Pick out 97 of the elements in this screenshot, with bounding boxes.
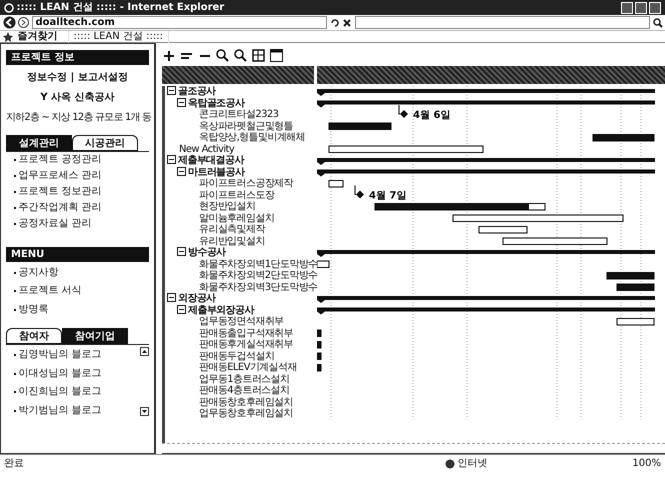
blog-link[interactable]: 박기범님의 블로그 [18, 402, 102, 418]
menu-link[interactable]: 공정자료실 관리 [18, 216, 92, 232]
menu-link[interactable]: 프로젝트 정보관리 [18, 184, 102, 200]
globe-icon [444, 458, 455, 468]
tree-row[interactable]: 콘크리트타설2323 [165, 109, 314, 120]
project-links[interactable]: 정보수정 | 보고서설정 [6, 70, 149, 85]
tree-row[interactable]: 업무동1층트러스설치 [165, 374, 314, 385]
menu-link[interactable]: 업무프로세스 관리 [18, 168, 102, 184]
tree-row[interactable]: 파이프트러스공장제작 [165, 178, 314, 190]
task-bar [316, 341, 321, 348]
tree-row[interactable]: 방수공사 [165, 247, 314, 258]
menu-link[interactable]: 공지사항 [18, 264, 58, 280]
maximize-button[interactable] [635, 2, 647, 14]
milestone-date: 4월 6일 [412, 110, 450, 121]
task-bar [316, 330, 321, 337]
tree-row[interactable]: 외장공사 [165, 293, 314, 304]
blog-link[interactable]: 김영박님의 블로그 [18, 347, 102, 363]
tree-row[interactable]: 마트러블공사 [165, 166, 314, 178]
task-bar [316, 352, 321, 360]
collapse-icon[interactable] [167, 155, 176, 164]
collapse-icon[interactable] [177, 166, 186, 176]
tree-row[interactable]: 판매동두겁석설치 [165, 350, 314, 362]
browser-icon [4, 2, 14, 12]
tree-row[interactable]: 판매동ELEV기계실석재 [165, 362, 314, 374]
milestone [354, 185, 364, 198]
collapse-icon[interactable] [177, 304, 186, 314]
tree-row[interactable]: 제출부외장공사 [165, 304, 314, 316]
tree-row[interactable]: 업무동창호후레임설치 [165, 408, 314, 420]
zoom-in-icon[interactable] [216, 48, 229, 62]
favorites-button[interactable]: 즐겨찾기 [18, 30, 58, 42]
tree-row[interactable]: 판매동4층트러스설치 [165, 385, 314, 396]
address-field[interactable]: doalltech.com [32, 16, 327, 29]
task-progress-gap [528, 204, 544, 210]
tree-row[interactable]: 파이프트러스도장 [165, 190, 314, 201]
blog-link[interactable]: 이진희님의 블로그 [18, 384, 102, 400]
tab[interactable]: 참여기업 [62, 328, 128, 344]
tree-row[interactable]: 제출부대결공사 [165, 155, 314, 166]
horizontal-scrollbar[interactable] [162, 443, 665, 454]
tree-row[interactable]: 옥탑골조공사 [165, 98, 314, 109]
task-bar [478, 226, 527, 234]
stop-icon[interactable] [342, 18, 352, 28]
tree-row[interactable]: New Activity [165, 144, 314, 155]
menu-link[interactable]: 주간작업계획 관리 [18, 200, 102, 216]
minimize-button[interactable] [621, 2, 633, 14]
task-bar [328, 180, 343, 188]
browser-tab[interactable]: ::::: LEAN 건설 ::::: [68, 30, 169, 42]
tree-row[interactable]: 유리실측및제작 [165, 224, 314, 236]
tab[interactable]: 시공관리 [72, 135, 138, 151]
tab[interactable]: 참여자 [6, 328, 62, 344]
milestone [398, 104, 408, 118]
search-field[interactable] [354, 16, 650, 29]
back-icon[interactable] [2, 16, 16, 29]
tree-row[interactable]: 판매동창호후레임설치 [165, 396, 314, 408]
tree-row[interactable]: 판매동출입구석재취부 [165, 328, 314, 339]
tree-row[interactable]: 옥상파라펫철근및형틀 [165, 120, 314, 132]
window-title: ::::: LEAN 건설 ::::: - Internet Explorer [16, 1, 226, 15]
task-bar [316, 260, 329, 268]
tree-row[interactable]: 판매동후게실석재취부 [165, 339, 314, 350]
collapse-icon[interactable] [167, 293, 176, 302]
task-bar [616, 318, 654, 326]
tree-row[interactable]: 골조공사 [165, 86, 314, 98]
zone-label: 인터넷 [457, 457, 488, 471]
calendar-icon[interactable] [270, 48, 283, 62]
tree-row[interactable]: 현장반입설치 [165, 201, 314, 212]
tree-row[interactable]: 업무동정면석재취부 [165, 316, 314, 328]
status-text: 완료 [4, 457, 25, 471]
tab[interactable]: 설계관리 [6, 135, 72, 151]
scroll-down-icon[interactable] [140, 407, 149, 416]
scroll-up-icon[interactable] [140, 347, 149, 356]
section-header: 프로젝트 정보 [6, 50, 149, 65]
milestone-date: 4월 7일 [368, 190, 406, 202]
menu-link[interactable]: 프로젝트 공정관리 [18, 152, 102, 168]
task-bar [328, 122, 391, 130]
grid-icon[interactable] [252, 48, 265, 62]
collapse-icon[interactable] [177, 247, 186, 256]
task-bar [606, 272, 654, 280]
section-header: MENU [6, 247, 149, 262]
blog-link[interactable]: 이대성님의 블로그 [18, 366, 102, 382]
zoom-out-icon[interactable] [234, 48, 247, 62]
task-bar [616, 284, 654, 291]
collapse-icon[interactable] [177, 98, 186, 106]
menu-link[interactable]: 방명록 [18, 302, 48, 318]
tree-row[interactable]: 알미늄후레임설치 [165, 212, 314, 224]
expand-icon[interactable] [162, 48, 175, 62]
task-bar [316, 364, 321, 372]
collapse-icon[interactable] [167, 86, 176, 95]
close-button[interactable] [649, 2, 661, 14]
zoom-level[interactable]: 100% [632, 455, 661, 472]
project-description: 지하2층 ~ 지상 12층 규모로 1개 동 [6, 111, 149, 125]
tree-row[interactable]: 유리반입및설치 [165, 236, 314, 247]
project-name: Y 사옥 신축공사 [39, 91, 116, 105]
menu-link[interactable]: 프로젝트 서식 [18, 283, 82, 299]
forward-icon[interactable] [18, 17, 29, 28]
task-bar [592, 134, 654, 142]
search-icon[interactable] [652, 18, 662, 28]
refresh-icon[interactable] [330, 18, 340, 28]
tree-row[interactable]: 옥탑양상,형틀및비계해체 [165, 132, 314, 144]
